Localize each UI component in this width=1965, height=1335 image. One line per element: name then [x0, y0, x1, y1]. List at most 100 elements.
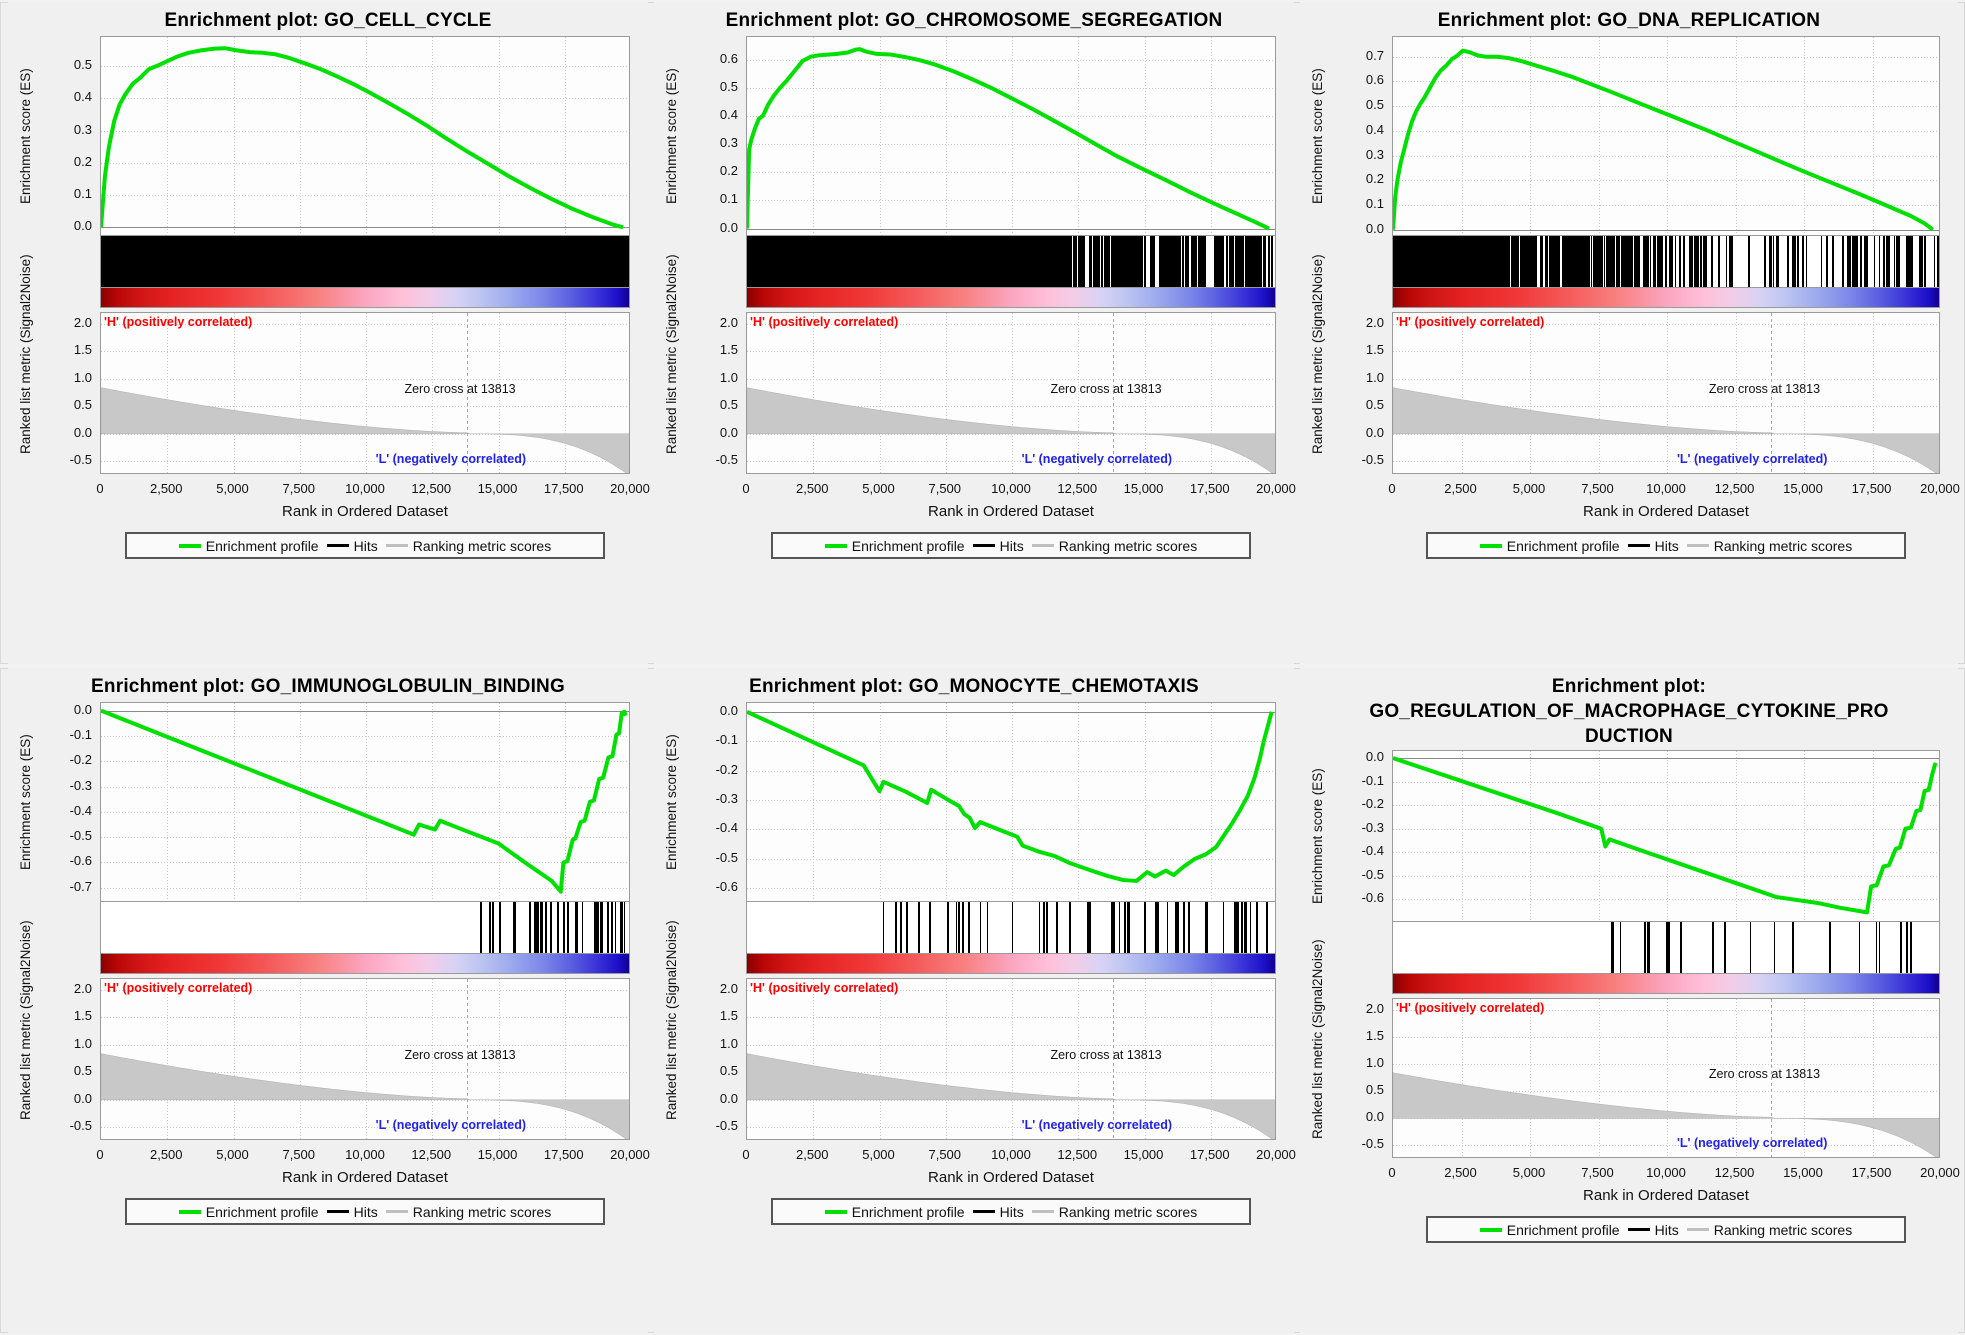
- hit-tick: [1648, 922, 1651, 973]
- legend-ranking-metric[interactable]: Ranking metric scores: [385, 1203, 552, 1220]
- hit-tick: [1535, 236, 1537, 287]
- legend-ranking-metric-label: Ranking metric scores: [1713, 537, 1853, 554]
- x-axis-tick: 5,000: [1512, 481, 1546, 496]
- x-axis-tick: 15,000: [477, 481, 518, 496]
- x-axis-tick: 0: [96, 1147, 104, 1162]
- legend-enrichment-profile[interactable]: Enrichment profile: [1479, 1222, 1620, 1238]
- legend-hits[interactable]: Hits: [972, 1203, 1024, 1220]
- hit-tick: [1118, 902, 1121, 953]
- legend-enrichment-profile[interactable]: Enrichment profile: [1479, 538, 1620, 554]
- legend-hits-swatch-icon: [1627, 544, 1650, 547]
- legend-enrichment-profile[interactable]: Enrichment profile: [824, 538, 965, 554]
- legend-ranking-metric[interactable]: Ranking metric scores: [1031, 1204, 1197, 1220]
- hit-tick: [514, 902, 516, 953]
- legend-hits-label: Hits: [353, 537, 378, 554]
- legend-enrichment-profile[interactable]: Enrichment profile: [178, 1204, 319, 1220]
- ranked-heatmap-strip-immunoglobulin-binding: [100, 954, 630, 974]
- ranked-metric-plot-immunoglobulin-binding: [100, 978, 630, 1140]
- legend-ranking-metric[interactable]: Ranking metric scores: [1686, 537, 1853, 554]
- es-y-tick: -0.3: [1361, 819, 1384, 835]
- hit-tick: [1540, 236, 1543, 287]
- ranked-metric-plot-chromosome-segregation: [746, 312, 1276, 474]
- legend-ranking-metric[interactable]: Ranking metric scores: [385, 538, 551, 554]
- hit-tick: [1087, 902, 1090, 953]
- hit-tick: [1101, 236, 1104, 287]
- legend-enrichment-profile[interactable]: Enrichment profile: [824, 1203, 965, 1220]
- panel-title-dna-replication: Enrichment plot: GO_DNA_REPLICATION: [1300, 8, 1958, 33]
- legend-hits-label: Hits: [999, 1203, 1024, 1220]
- hit-tick: [597, 902, 600, 953]
- legend-ranking-metric-label: Ranking metric scores: [412, 1203, 552, 1220]
- es-y-tick: -0.4: [69, 802, 92, 818]
- hit-tick: [1249, 902, 1252, 953]
- hit-tick: [1679, 236, 1682, 287]
- plot-legend-chromosome-segregation[interactable]: Enrichment profile Hits Ranking metric sco…: [771, 532, 1251, 559]
- plot-legend-regulation-macrophage-cytokine[interactable]: Enrichment profile Hits Ranking metric sco…: [1426, 1216, 1906, 1243]
- legend-hits[interactable]: Hits: [1627, 1222, 1679, 1238]
- metric-y-tick: 1.0: [1365, 1055, 1384, 1071]
- x-axis-tick: 7,500: [928, 481, 962, 496]
- hit-tick: [1797, 236, 1800, 287]
- ranked-heatmap-strip-regulation-macrophage-cytokine: [1392, 974, 1940, 994]
- enrichment-plot-regulation-macrophage-cytokine: Enrichment plot: GO_REGULATION_OF_MACROPH…: [1300, 668, 1960, 1333]
- legend-hits-swatch-icon: [1627, 1228, 1650, 1231]
- x-axis-tick: 10,000: [991, 481, 1031, 496]
- panel-title-text: Enrichment plot: GO_CELL_CYCLE: [164, 10, 492, 31]
- hit-tick: [1832, 236, 1834, 287]
- hit-tick: [557, 902, 559, 953]
- legend-hits-swatch-icon: [326, 1210, 349, 1213]
- hit-tick: [1043, 902, 1046, 953]
- hit-tick: [1619, 922, 1622, 973]
- ranked-metric-plot-regulation-macrophage-cytokine: [1392, 998, 1940, 1158]
- metric-y-tick: 1.5: [73, 1008, 92, 1024]
- plot-legend-monocyte-chemotaxis[interactable]: Enrichment profile Hits Ranking metric sco…: [771, 1198, 1251, 1225]
- x-axis-tick: 15,000: [477, 1147, 518, 1162]
- legend-enrichment-profile[interactable]: Enrichment profile: [178, 538, 319, 554]
- hit-tick: [1069, 902, 1072, 953]
- legend-hits[interactable]: Hits: [326, 537, 378, 554]
- legend-ranking-metric-swatch-icon: [385, 544, 408, 547]
- x-axis-tick: 7,500: [1581, 481, 1614, 496]
- hit-tick: [1631, 236, 1633, 287]
- hit-tick: [1878, 236, 1881, 287]
- legend-hits[interactable]: Hits: [326, 1204, 378, 1220]
- ranked-metric-plot-cell-cycle: [100, 312, 630, 474]
- plot-legend-dna-replication[interactable]: Enrichment profile Hits Ranking metric sco…: [1426, 532, 1906, 559]
- panel-title-chromosome-segregation: Enrichment plot: GO_CHROMOSOME_SEGREGATI…: [654, 8, 1294, 33]
- legend-ranking-metric[interactable]: Ranking metric scores: [1686, 1222, 1852, 1238]
- es-y-tick: -0.4: [715, 820, 738, 836]
- hit-tick: [537, 902, 539, 953]
- legend-hits[interactable]: Hits: [1627, 538, 1679, 554]
- plot-legend-immunoglobulin-binding[interactable]: Enrichment profile Hits Ranking metric sco…: [125, 1198, 605, 1225]
- x-axis-tick: 7,500: [1581, 1165, 1614, 1180]
- hit-tick: [1612, 922, 1614, 973]
- x-axis-tick: 12,500: [1057, 1147, 1098, 1162]
- legend-hits[interactable]: Hits: [972, 538, 1024, 554]
- ranking-metric-area: [101, 1053, 629, 1139]
- hit-tick: [1842, 236, 1845, 287]
- hit-tick: [629, 236, 630, 287]
- ranking-metric-area: [1393, 387, 1939, 473]
- es-y-tick: -0.5: [715, 849, 738, 865]
- legend-ranking-metric[interactable]: Ranking metric scores: [1031, 538, 1197, 554]
- legend-enrichment-profile-label: Enrichment profile: [851, 1203, 965, 1220]
- x-axis-tick: 0: [96, 481, 104, 496]
- panel-title-immunoglobulin-binding: Enrichment plot: GO_IMMUNOGLOBULIN_BINDI…: [8, 674, 648, 699]
- metric-y-axis-label: Ranked list metric (Signal2Noise): [664, 254, 679, 454]
- metric-y-tick: -0.5: [69, 452, 92, 468]
- x-axis-tick: 15,000: [1783, 1165, 1823, 1180]
- es-y-tick: -0.6: [715, 879, 738, 895]
- es-y-tick: -0.2: [1361, 796, 1384, 812]
- hit-tick: [1910, 236, 1913, 287]
- panel-title-line-3: DUCTION: [1585, 726, 1673, 747]
- hit-tick: [1175, 902, 1178, 953]
- hit-tick: [1264, 236, 1267, 287]
- hit-tick: [1787, 236, 1789, 287]
- x-axis-label: Rank in Ordered Dataset: [282, 1169, 448, 1186]
- x-axis-tick: 12,500: [1057, 481, 1098, 496]
- hit-tick: [1558, 236, 1561, 287]
- legend-enrichment-profile-swatch-icon: [178, 543, 201, 548]
- plot-legend-cell-cycle[interactable]: Enrichment profile Hits Ranking metric sco…: [125, 532, 605, 559]
- x-axis-tick: 7,500: [282, 1147, 316, 1162]
- metric-y-tick: -0.5: [1361, 452, 1384, 468]
